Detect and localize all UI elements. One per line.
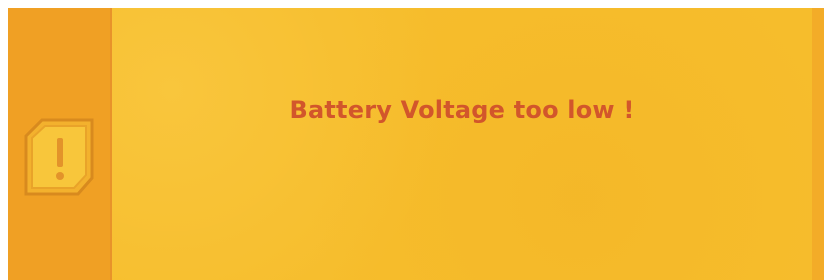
battery-voltage-warning-text: Battery Voltage too low ! (289, 96, 635, 124)
screen: Battery Voltage too low ! (0, 0, 830, 280)
warning-dialog: Battery Voltage too low ! (8, 8, 824, 280)
dialog-right-edge (812, 8, 824, 280)
warning-exclamation-icon (20, 114, 98, 200)
